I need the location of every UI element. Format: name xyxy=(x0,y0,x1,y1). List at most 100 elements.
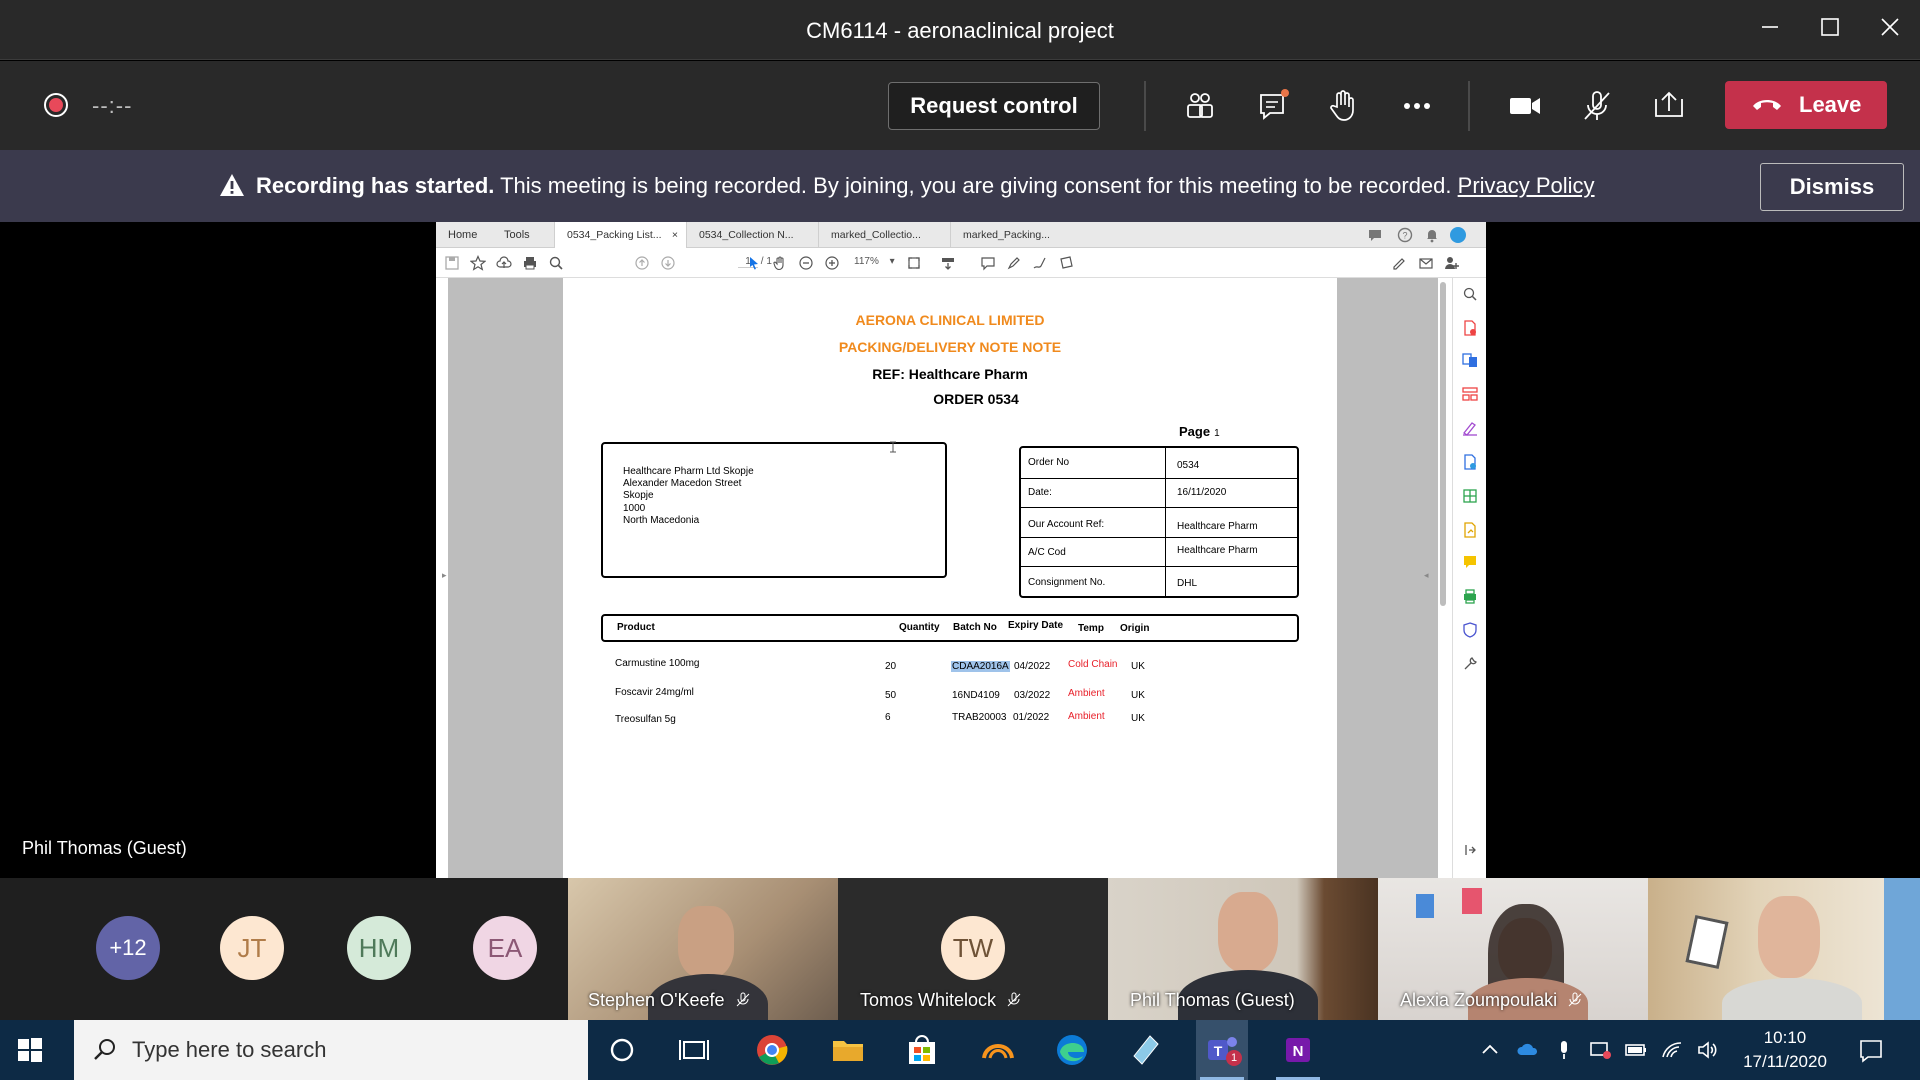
draw-icon[interactable] xyxy=(1032,255,1048,271)
onedrive-icon[interactable] xyxy=(1516,1038,1540,1062)
home-tab[interactable]: Home xyxy=(448,222,477,248)
raise-hand-button[interactable] xyxy=(1320,83,1366,129)
email-icon[interactable] xyxy=(1418,255,1434,271)
share-screen-button[interactable] xyxy=(1646,83,1692,129)
collapse-right-panel-icon[interactable]: ◂ xyxy=(1424,570,1429,581)
fill-and-sign-icon[interactable] xyxy=(1462,420,1478,436)
save-icon[interactable] xyxy=(444,255,460,271)
zoom-level-field[interactable]: 117% ▾ xyxy=(854,256,895,267)
document-tab[interactable]: 0534_Packing List... × xyxy=(554,222,686,248)
quantity-cell: 50 xyxy=(885,690,897,701)
fit-page-icon[interactable] xyxy=(906,255,922,271)
export-pdf-icon[interactable] xyxy=(1462,488,1478,504)
zoom-out-icon[interactable] xyxy=(798,255,814,271)
share-user-icon[interactable] xyxy=(1444,255,1460,271)
document-tab[interactable]: marked_Packing... xyxy=(950,222,1082,248)
comment-tool-icon[interactable] xyxy=(1462,554,1478,570)
task-view-icon[interactable] xyxy=(672,1028,716,1072)
action-center-icon[interactable] xyxy=(1858,1038,1884,1064)
video-tile[interactable]: TW Tomos Whitelock xyxy=(838,878,1108,1020)
fill-sign-icon[interactable] xyxy=(1392,255,1408,271)
microphone-tray-icon[interactable] xyxy=(1552,1038,1576,1062)
account-avatar-icon[interactable] xyxy=(1450,227,1466,243)
star-icon[interactable] xyxy=(470,255,486,271)
dismiss-button[interactable]: Dismiss xyxy=(1760,163,1904,211)
video-tile[interactable]: Phil Thomas (Guest) xyxy=(1108,878,1378,1020)
zoom-in-icon[interactable] xyxy=(824,255,840,271)
upload-cloud-icon[interactable] xyxy=(496,255,512,271)
previous-page-icon[interactable] xyxy=(634,255,650,271)
system-clock[interactable]: 10:10 17/11/2020 xyxy=(1740,1026,1830,1074)
chrome-icon[interactable] xyxy=(750,1028,794,1072)
battery-icon[interactable] xyxy=(1624,1038,1648,1062)
more-actions-button[interactable] xyxy=(1394,83,1440,129)
expand-panel-icon[interactable] xyxy=(1462,842,1478,858)
add-comment-icon[interactable] xyxy=(980,255,996,271)
snipping-tool-icon[interactable] xyxy=(1124,1028,1168,1072)
maximize-button[interactable] xyxy=(1810,12,1850,48)
file-explorer-icon[interactable] xyxy=(826,1028,870,1072)
tools-tab[interactable]: Tools xyxy=(504,222,530,248)
order-info-table: Order No 0534 Date: 16/11/2020 Our Account… xyxy=(1019,446,1299,598)
leave-button[interactable]: Leave xyxy=(1725,81,1887,129)
video-tile[interactable]: Stephen O'Keefe xyxy=(568,878,838,1020)
mic-off-icon xyxy=(1584,91,1610,120)
hand-icon xyxy=(1330,90,1354,121)
close-tab-icon[interactable]: × xyxy=(672,222,678,248)
column-header: Product xyxy=(617,622,655,633)
volume-icon[interactable] xyxy=(1696,1038,1720,1062)
edit-pdf-icon[interactable] xyxy=(1462,454,1478,470)
scan-ocr-icon[interactable] xyxy=(1462,588,1478,604)
comment-bubble-icon[interactable] xyxy=(1367,227,1383,243)
onenote-taskbar-button[interactable]: N xyxy=(1272,1020,1324,1080)
request-signatures-icon[interactable] xyxy=(1462,522,1478,538)
vertical-scrollbar[interactable] xyxy=(1440,282,1446,606)
chat-button[interactable] xyxy=(1250,83,1296,129)
hand-pan-icon[interactable] xyxy=(772,255,788,271)
print-icon[interactable] xyxy=(522,255,538,271)
taskbar-search-box[interactable]: Type here to search xyxy=(74,1020,588,1080)
microphone-button[interactable] xyxy=(1574,83,1620,129)
microsoft-store-icon[interactable] xyxy=(900,1028,944,1072)
more-tools-icon[interactable] xyxy=(1462,656,1478,672)
minimize-button[interactable] xyxy=(1750,12,1790,48)
wifi-icon[interactable] xyxy=(1660,1038,1684,1062)
screen-record-icon[interactable] xyxy=(1588,1038,1612,1062)
collapse-left-panel-icon[interactable]: ▸ xyxy=(442,570,447,581)
bell-icon[interactable] xyxy=(1424,227,1440,243)
cursor-select-icon[interactable] xyxy=(746,255,762,271)
show-hidden-icons-icon[interactable] xyxy=(1478,1038,1502,1062)
stamp-icon[interactable] xyxy=(1058,255,1074,271)
windows-start-icon[interactable] xyxy=(16,1036,44,1064)
next-page-icon[interactable] xyxy=(660,255,676,271)
video-tile[interactable] xyxy=(1648,878,1920,1020)
participants-button[interactable] xyxy=(1176,83,1222,129)
document-tab[interactable]: marked_Collectio... xyxy=(818,222,950,248)
column-header: Batch No xyxy=(953,622,997,633)
camera-button[interactable] xyxy=(1502,83,1548,129)
close-button[interactable] xyxy=(1870,12,1910,48)
protect-shield-icon[interactable] xyxy=(1462,622,1478,638)
scroll-mode-icon[interactable] xyxy=(940,255,956,271)
create-pdf-icon[interactable] xyxy=(1462,320,1478,336)
overflow-participants-button[interactable]: +12 xyxy=(96,916,160,980)
address-line: Alexander Macedon Street xyxy=(623,478,742,489)
pdf-page: AERONA CLINICAL LIMITED PACKING/DELIVERY… xyxy=(563,278,1337,878)
cortana-icon[interactable] xyxy=(600,1028,644,1072)
column-header: Temp xyxy=(1078,623,1104,634)
help-icon[interactable]: ? xyxy=(1397,227,1413,243)
document-tab[interactable]: 0534_Collection N... xyxy=(686,222,818,248)
zoom-tool-icon[interactable] xyxy=(1462,286,1478,302)
organize-pages-icon[interactable] xyxy=(1462,386,1478,402)
chevron-down-icon: ▾ xyxy=(889,256,895,267)
search-icon[interactable] xyxy=(548,255,564,271)
request-control-button[interactable]: Request control xyxy=(888,82,1100,130)
highlight-pen-icon[interactable] xyxy=(1006,255,1022,271)
teams-taskbar-button[interactable]: T 1 xyxy=(1196,1020,1248,1080)
document-viewport[interactable]: AERONA CLINICAL LIMITED PACKING/DELIVERY… xyxy=(442,278,1438,878)
edge-icon[interactable] xyxy=(1050,1028,1094,1072)
combine-files-icon[interactable] xyxy=(1462,352,1478,368)
privacy-policy-link[interactable]: Privacy Policy xyxy=(1458,173,1595,198)
audible-icon[interactable] xyxy=(976,1028,1020,1072)
video-tile[interactable]: Alexia Zoumpoulaki xyxy=(1378,878,1648,1020)
